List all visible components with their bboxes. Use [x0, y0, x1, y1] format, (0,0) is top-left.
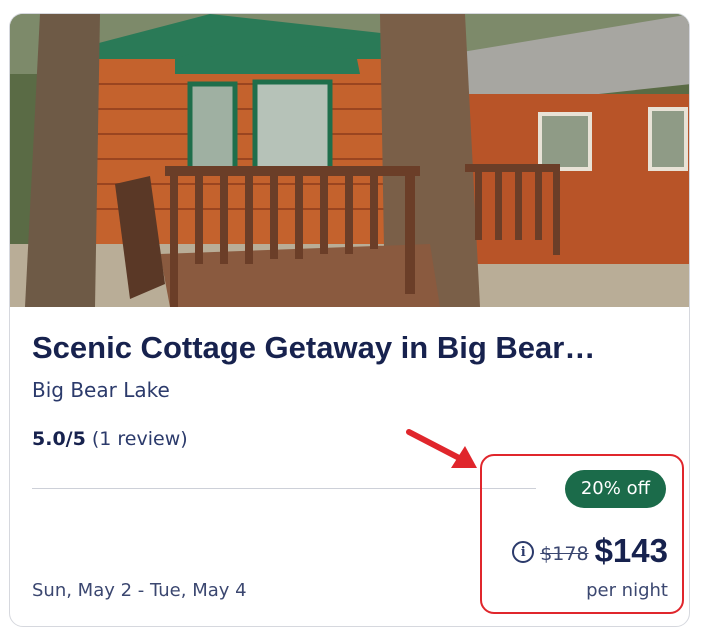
listing-title[interactable]: Scenic Cottage Getaway in Big Bear… [32, 330, 672, 366]
stay-dates: Sun, May 2 - Tue, May 4 [32, 580, 247, 601]
price-unit: per night [586, 580, 668, 601]
red-arrow-icon [406, 429, 477, 468]
listing-rating: 5.0/5 (1 review) [32, 428, 188, 450]
current-price: $143 [594, 532, 668, 569]
listing-location: Big Bear Lake [32, 378, 170, 402]
original-price: $178 [540, 543, 589, 565]
price-row: i $178 $143 [512, 532, 668, 570]
info-circle-icon[interactable]: i [512, 541, 535, 563]
price-highlight-box: 20% off i $178 $143 per night [480, 454, 684, 614]
listing-photo[interactable] [10, 14, 690, 307]
rating-score: 5.0/5 [32, 428, 86, 450]
divider [32, 488, 536, 489]
rating-review-count: (1 review) [91, 428, 188, 450]
discount-badge: 20% off [564, 470, 666, 508]
